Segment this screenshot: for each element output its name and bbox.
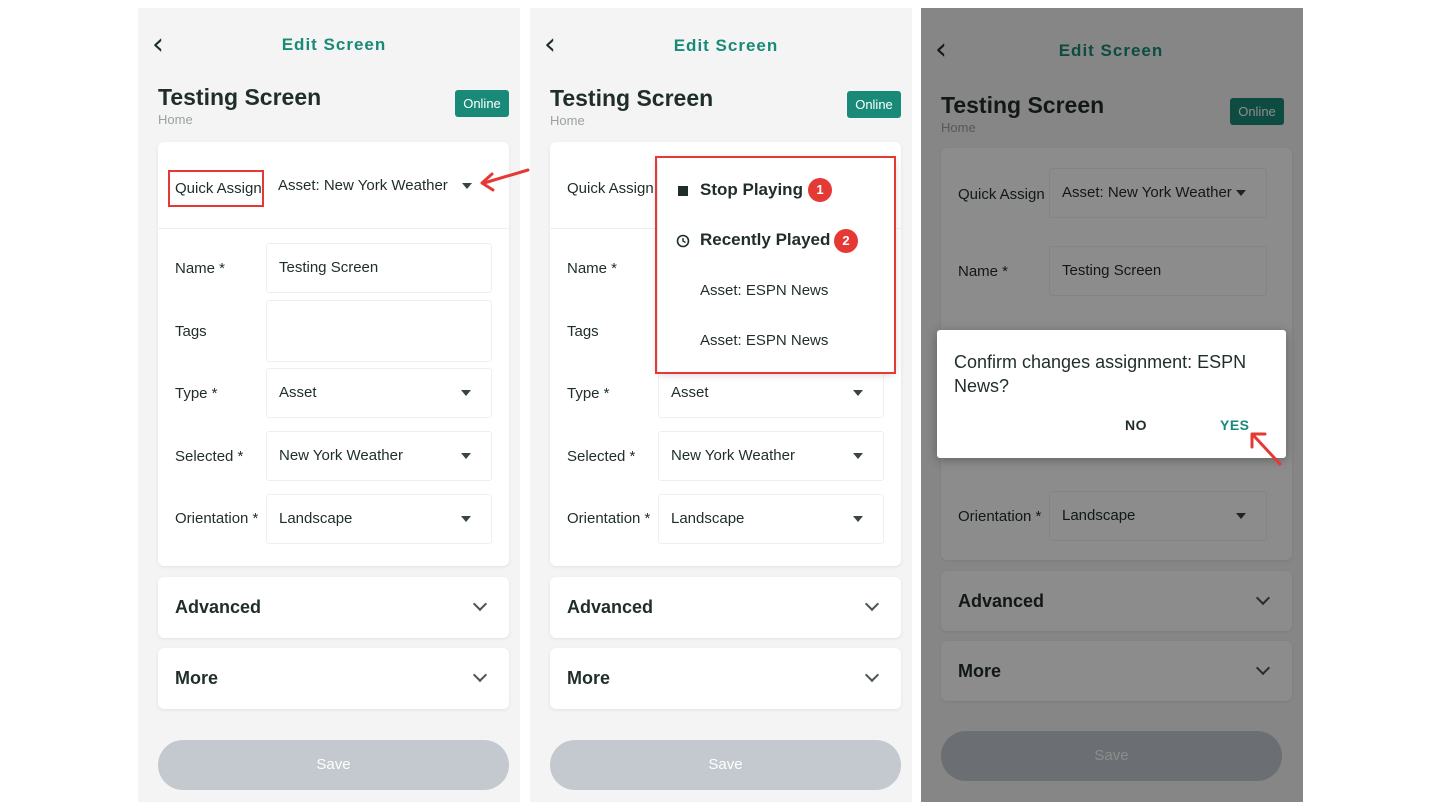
caret-down-icon (853, 390, 863, 396)
back-chevron-icon[interactable]: ‹ (152, 30, 164, 60)
type-label: Type * (567, 385, 610, 402)
header-title: Edit Screen (281, 35, 387, 54)
screen-location: Home (550, 113, 585, 128)
quick-assign-select[interactable]: Asset: New York Weather (266, 162, 492, 212)
orientation-label: Orientation * (175, 510, 259, 527)
screen-name: Testing Screen (550, 85, 714, 111)
panel-edit-screen-3: ‹ Edit Screen Testing Screen Home Online… (921, 8, 1303, 802)
menu-highlight-box (655, 156, 896, 374)
confirm-dialog: Confirm changes assignment: ESPN News? N… (937, 330, 1286, 458)
screen-location: Home (158, 112, 193, 127)
caret-down-icon (853, 516, 863, 522)
divider (158, 228, 509, 229)
selected-select[interactable]: New York Weather (266, 431, 492, 481)
selected-select[interactable]: New York Weather (658, 431, 884, 481)
status-badge: Online (847, 91, 901, 118)
advanced-section[interactable]: Advanced (158, 577, 509, 638)
panel-edit-screen-1: ‹ Edit Screen Testing Screen Home Online… (138, 8, 520, 802)
chevron-down-icon (864, 596, 880, 612)
annotation-arrow-icon (480, 168, 530, 192)
orientation-select[interactable]: Landscape (266, 494, 492, 544)
caret-down-icon (462, 183, 472, 189)
dialog-no-button[interactable]: NO (1125, 417, 1147, 433)
advanced-section[interactable]: Advanced (550, 577, 901, 638)
selected-label: Selected * (175, 448, 244, 465)
type-label: Type * (175, 385, 218, 402)
quick-assign-label: Quick Assign (567, 180, 654, 197)
caret-down-icon (461, 453, 471, 459)
orientation-value: Landscape (279, 510, 353, 527)
name-label: Name * (567, 260, 618, 277)
chevron-down-icon (472, 667, 488, 683)
orientation-select[interactable]: Landscape (658, 494, 884, 544)
type-value: Asset (671, 384, 709, 401)
tags-label: Tags (175, 323, 207, 340)
caret-down-icon (853, 453, 863, 459)
name-value: Testing Screen (279, 259, 379, 276)
back-chevron-icon[interactable]: ‹ (544, 30, 556, 60)
tags-label: Tags (567, 323, 599, 340)
selected-value: New York Weather (279, 447, 403, 464)
name-field[interactable]: Testing Screen (266, 243, 492, 293)
advanced-title: Advanced (175, 597, 262, 617)
annotation-arrow-icon (1250, 432, 1282, 466)
orientation-label: Orientation * (567, 510, 651, 527)
quick-assign-highlight-box (168, 170, 264, 207)
status-badge: Online (455, 90, 509, 117)
selected-value: New York Weather (671, 447, 795, 464)
orientation-value: Landscape (671, 510, 745, 527)
quick-assign-value: Asset: New York Weather (278, 177, 448, 194)
dialog-message: Confirm changes assignment: ESPN News? (954, 352, 1247, 396)
save-button[interactable]: Save (550, 740, 901, 790)
tags-field[interactable] (266, 300, 492, 362)
more-title: More (567, 668, 611, 688)
more-section[interactable]: More (550, 648, 901, 709)
type-select[interactable]: Asset (266, 368, 492, 418)
name-label: Name * (175, 260, 226, 277)
type-select[interactable]: Asset (658, 368, 884, 418)
caret-down-icon (461, 390, 471, 396)
chevron-down-icon (472, 596, 488, 612)
more-section[interactable]: More (158, 648, 509, 709)
selected-label: Selected * (567, 448, 636, 465)
chevron-down-icon (864, 667, 880, 683)
save-button[interactable]: Save (158, 740, 509, 790)
screen-name: Testing Screen (158, 84, 322, 110)
type-value: Asset (279, 384, 317, 401)
advanced-title: Advanced (567, 597, 654, 617)
caret-down-icon (461, 516, 471, 522)
panel-edit-screen-2: ‹ Edit Screen Testing Screen Home Online… (530, 8, 912, 802)
more-title: More (175, 668, 219, 688)
header-title: Edit Screen (673, 36, 779, 55)
